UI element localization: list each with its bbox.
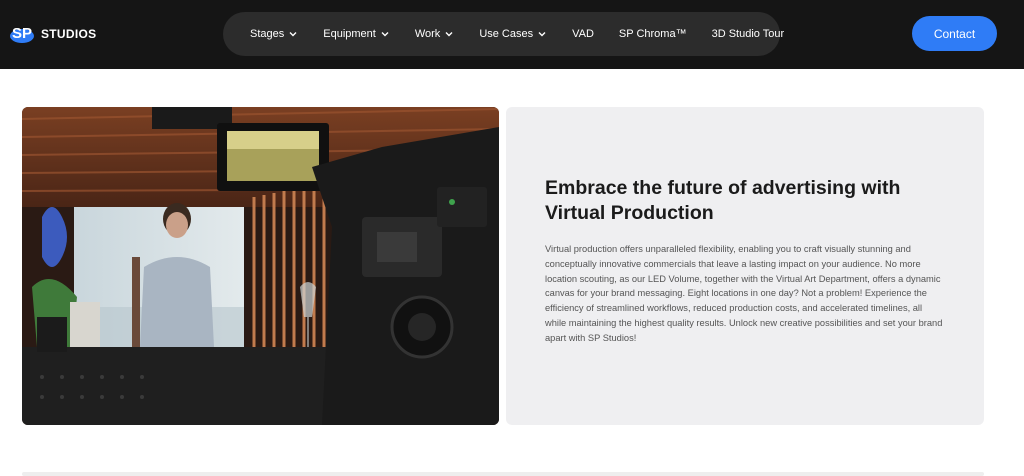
- main-nav: Stages Equipment Work Use Cases VAD SP Chroma…: [223, 12, 784, 56]
- nav-item-label: Stages: [250, 28, 285, 40]
- next-section-edge: [22, 472, 984, 476]
- chevron-down-icon: [538, 32, 546, 37]
- contact-button[interactable]: Contact: [912, 16, 997, 51]
- nav-item-label: Equipment: [323, 28, 376, 40]
- nav-item-label: Work: [414, 28, 441, 40]
- logo-mark-text: SP: [12, 25, 32, 42]
- feature-title: Embrace the future of advertising with V…: [545, 177, 901, 224]
- hero-photo: [22, 107, 499, 425]
- nav-item-3d-studio-tour[interactable]: 3D Studio Tour: [712, 28, 785, 40]
- nav-item-label: 3D Studio Tour: [711, 28, 785, 40]
- chevron-down-icon: [445, 32, 453, 37]
- nav-item-use-cases[interactable]: Use Cases: [479, 28, 547, 40]
- nav-item-label: Use Cases: [479, 28, 534, 40]
- nav-item-work[interactable]: Work: [415, 28, 454, 40]
- nav-item-label: SP Chroma™: [618, 28, 687, 40]
- chevron-down-icon: [381, 32, 389, 37]
- chevron-down-icon: [289, 32, 297, 37]
- nav-item-sp-chroma[interactable]: SP Chroma™: [619, 28, 687, 40]
- nav-item-vad[interactable]: VAD: [572, 28, 594, 40]
- feature-body: Virtual production offers unparalleled f…: [545, 244, 943, 343]
- nav-item-equipment[interactable]: Equipment: [323, 28, 390, 40]
- logo-wordmark: STUDIOS: [41, 27, 97, 41]
- feature-panel: Embrace the future of advertising with V…: [506, 107, 984, 425]
- nav-item-stages[interactable]: Stages: [250, 28, 298, 40]
- sp-studios-logo[interactable]: SP STUDIOS: [9, 22, 96, 46]
- sp-logo-mark: SP: [9, 23, 38, 45]
- site-header: SP STUDIOS Stages Equipment Work Use Cases V…: [0, 0, 1024, 69]
- nav-item-label: VAD: [572, 28, 594, 40]
